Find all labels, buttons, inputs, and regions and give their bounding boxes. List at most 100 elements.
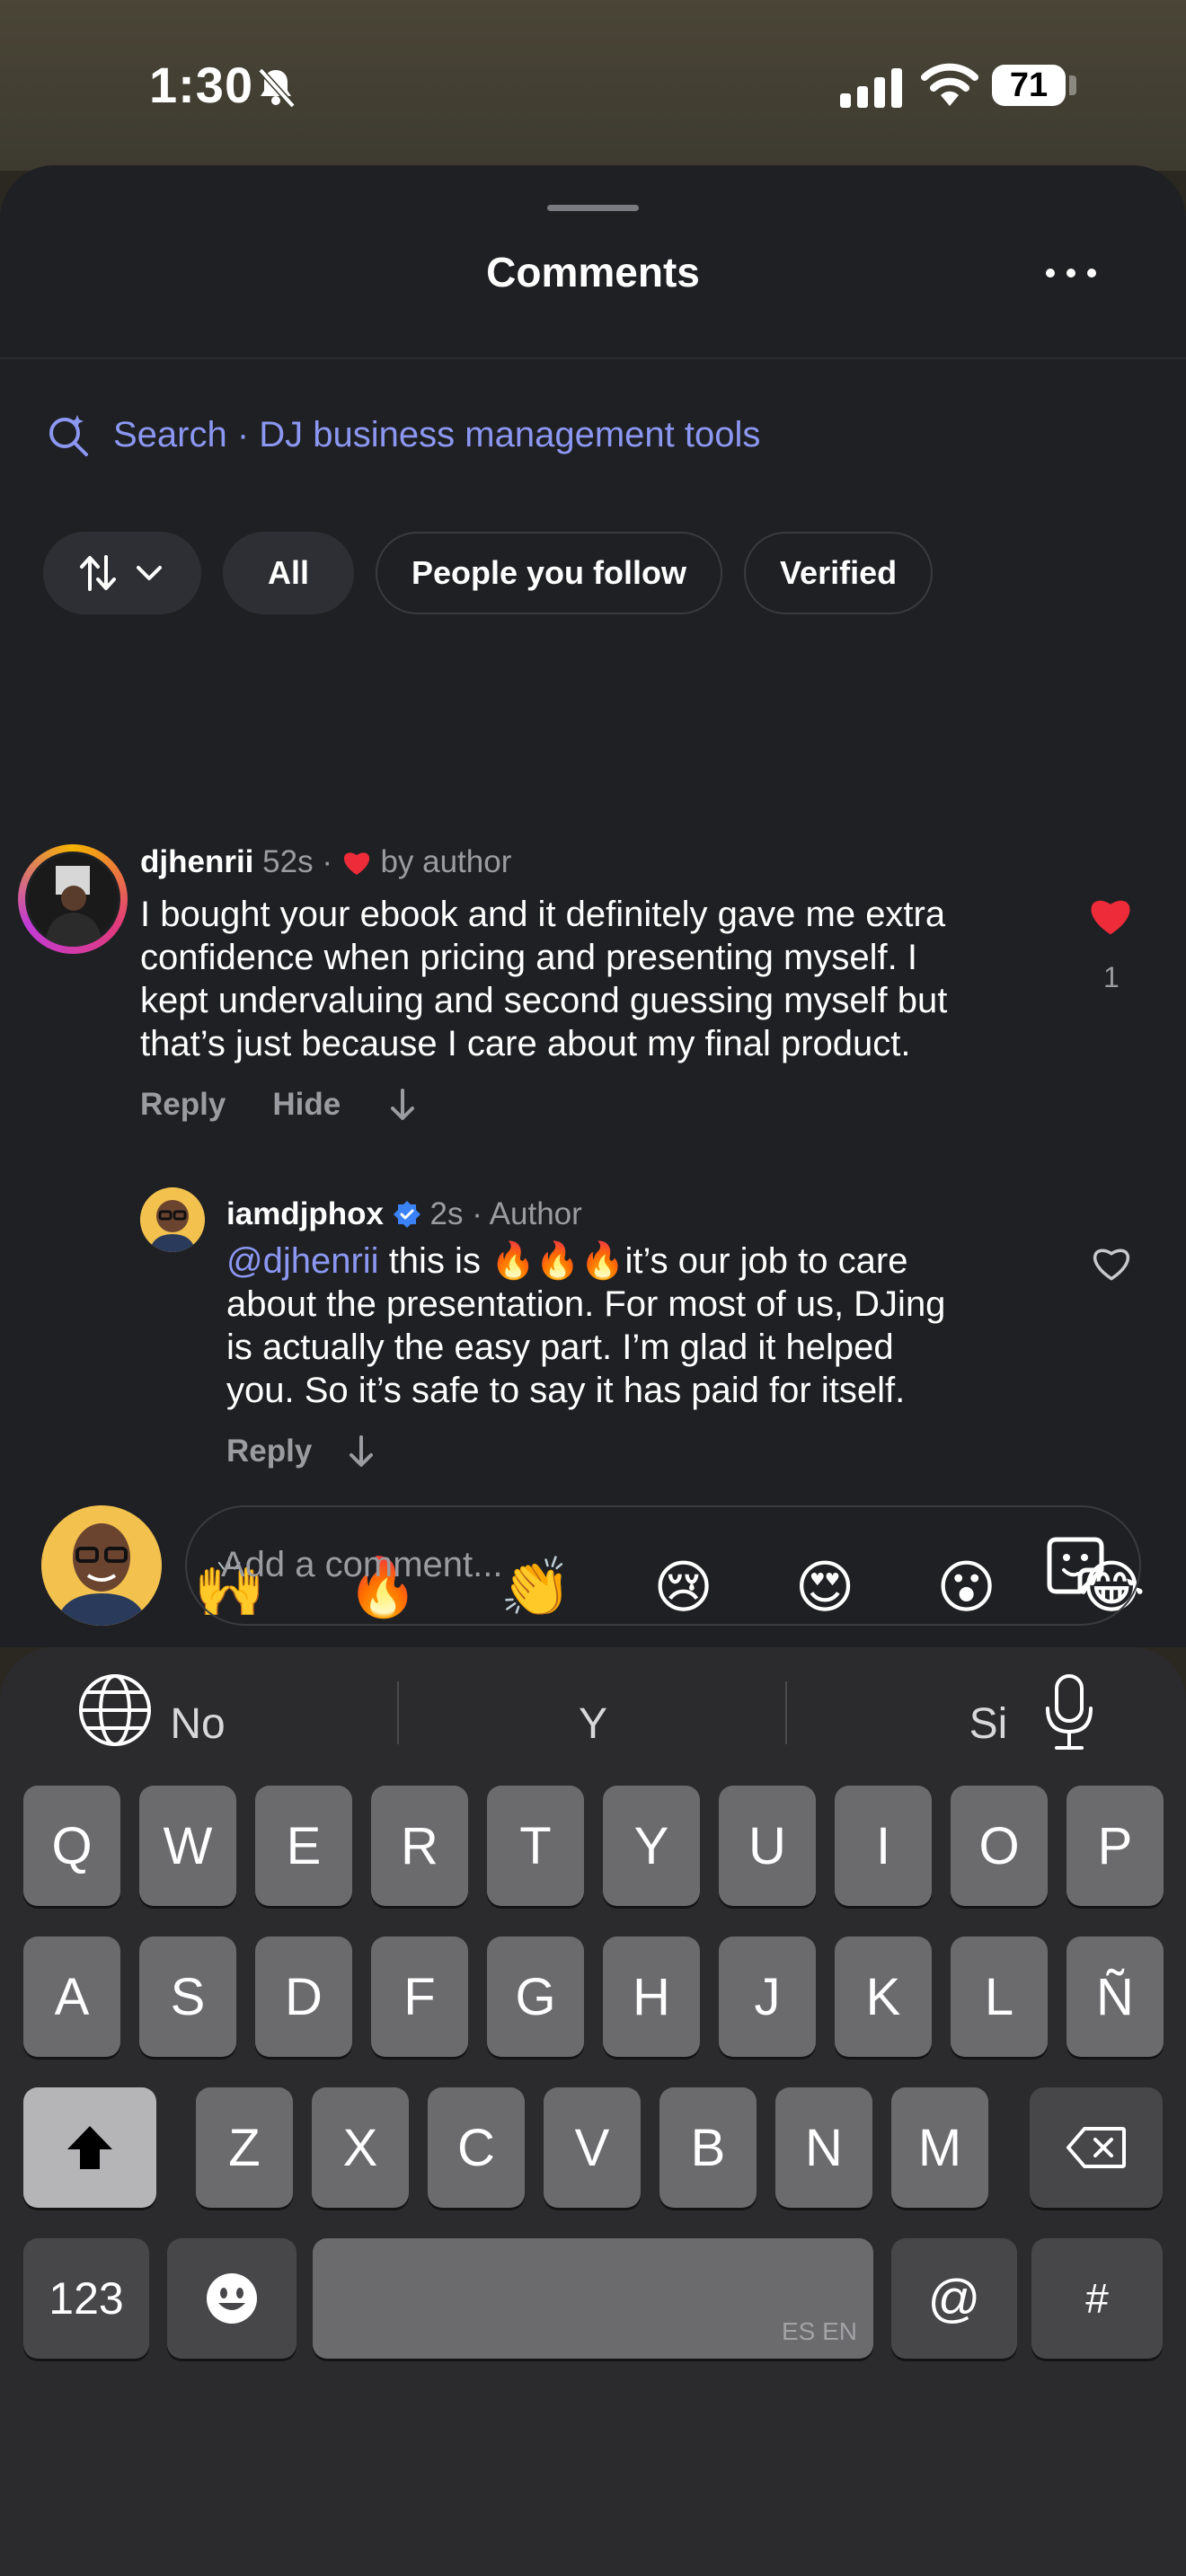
comment-composer: Add a comment...	[0, 1491, 1186, 1653]
key-d[interactable]: D	[255, 1936, 352, 2057]
status-bar: 1:30 71	[0, 0, 1186, 171]
search-suggestion-text: Search · DJ business management tools	[113, 414, 761, 454]
silent-bell-icon	[258, 67, 296, 109]
comments-sheet: Comments Search · DJ business management…	[0, 165, 1186, 1647]
key-s[interactable]: S	[139, 1936, 236, 2057]
comment-input[interactable]: Add a comment...	[185, 1505, 1141, 1626]
comment-username[interactable]: djhenrii	[140, 844, 253, 879]
comment-time: 52s	[262, 844, 314, 879]
key-v[interactable]: V	[544, 2087, 641, 2208]
key-y[interactable]: Y	[603, 1786, 700, 1906]
emoji-key[interactable]	[167, 2238, 296, 2359]
key-k[interactable]: K	[835, 1936, 932, 2057]
hash-key[interactable]: #	[1031, 2238, 1163, 2359]
key-n-tilde[interactable]: Ñ	[1067, 1936, 1164, 2057]
wifi-icon	[921, 63, 978, 106]
reply-actions: Reply	[226, 1434, 376, 1469]
sheet-title: Comments	[486, 249, 700, 296]
my-avatar	[41, 1505, 162, 1626]
more-options-button[interactable]	[1046, 264, 1096, 282]
suggestion-1[interactable]: No	[0, 1683, 395, 1764]
comment-item: djhenrii 52s · by author I bought your e…	[0, 668, 1186, 1122]
space-language-label: ES EN	[781, 2317, 857, 2345]
key-h[interactable]: H	[603, 1936, 700, 2057]
liked-by-author-label: by author	[380, 844, 512, 879]
backspace-icon	[1067, 2127, 1126, 2168]
verified-badge-icon	[393, 1201, 420, 1228]
sort-arrows-icon	[80, 555, 116, 591]
reply-text: @djhenrii this is 🔥🔥🔥it’s our job to car…	[226, 1239, 1035, 1412]
reply-item: iamdjphox 2s · Author @djhenrii this is …	[0, 1028, 1186, 1469]
predictive-bar: No Y Si	[0, 1683, 1186, 1764]
filter-chips: All People you follow Verified	[43, 532, 954, 614]
key-m[interactable]: M	[891, 2087, 988, 2208]
key-x[interactable]: X	[312, 2087, 409, 2208]
key-u[interactable]: U	[719, 1786, 816, 1906]
key-n[interactable]: N	[775, 2087, 872, 2208]
suggestion-3[interactable]: Si	[791, 1683, 1186, 1764]
microphone-icon[interactable]	[1042, 1672, 1096, 1753]
sparkle-search-icon	[49, 415, 88, 456]
space-bar[interactable]: ES EN	[313, 2238, 873, 2359]
comment-line: you. So it’s safe to say it has paid for…	[226, 1371, 906, 1410]
avatar-image	[25, 851, 120, 947]
mention-link[interactable]: @djhenrii	[226, 1241, 379, 1281]
numbers-key[interactable]: 123	[23, 2238, 149, 2359]
delete-key[interactable]	[1030, 2087, 1163, 2208]
avatar[interactable]	[140, 1187, 205, 1252]
chevron-down-icon	[137, 566, 162, 580]
like-button-outline[interactable]	[1089, 1243, 1134, 1283]
key-c[interactable]: C	[428, 2087, 525, 2208]
search-suggestion[interactable]: Search · DJ business management tools	[47, 413, 760, 456]
globe-icon[interactable]	[77, 1672, 153, 1748]
key-q[interactable]: Q	[23, 1786, 120, 1906]
key-o[interactable]: O	[951, 1786, 1048, 1906]
reply-button[interactable]: Reply	[226, 1434, 312, 1469]
author-tag: Author	[489, 1196, 582, 1231]
comment-line: this is 🔥🔥🔥it’s our job to care	[378, 1241, 908, 1281]
reply-header: iamdjphox 2s · Author	[226, 1196, 582, 1231]
divider	[0, 357, 1186, 359]
like-count: 1	[1103, 961, 1120, 993]
translate-down-arrow-icon[interactable]	[346, 1434, 376, 1469]
key-a[interactable]: A	[23, 1936, 120, 2057]
reply-first-line: @djhenrii this is 🔥🔥🔥it’s our job to car…	[226, 1239, 1035, 1283]
key-f[interactable]: F	[371, 1936, 468, 2057]
key-j[interactable]: J	[719, 1936, 816, 2057]
sticker-icon[interactable]	[1044, 1534, 1107, 1597]
key-e[interactable]: E	[255, 1786, 352, 1906]
status-time: 1:30	[149, 57, 254, 113]
reply-time: 2s	[429, 1196, 464, 1231]
heart-filled-icon	[343, 852, 369, 875]
key-w[interactable]: W	[139, 1786, 236, 1906]
key-t[interactable]: T	[487, 1786, 584, 1906]
sort-button[interactable]	[43, 532, 201, 614]
shift-icon	[67, 2126, 112, 2169]
divider	[785, 1681, 787, 1744]
key-i[interactable]: I	[835, 1786, 932, 1906]
battery-cap	[1069, 75, 1076, 95]
key-p[interactable]: P	[1067, 1786, 1164, 1906]
battery-indicator: 71	[992, 65, 1066, 106]
key-b[interactable]: B	[659, 2087, 757, 2208]
keyboard: No Y Si Q W E R T Y U I O P A S D F G H …	[0, 1647, 1186, 2576]
comment-line: confidence when pricing and presenting m…	[140, 938, 917, 977]
comment-line: is actually the easy part. I’m glad it h…	[226, 1328, 894, 1367]
filter-all[interactable]: All	[223, 532, 354, 614]
comment-line: kept undervaluing and second guessing my…	[140, 981, 948, 1020]
reply-username[interactable]: iamdjphox	[226, 1196, 384, 1231]
sheet-grabber[interactable]	[547, 205, 639, 211]
comment-line: about the presentation. For most of us, …	[226, 1284, 946, 1324]
key-r[interactable]: R	[371, 1786, 468, 1906]
divider	[397, 1681, 399, 1744]
key-z[interactable]: Z	[196, 2087, 293, 2208]
shift-key[interactable]	[23, 2087, 156, 2208]
like-button-filled[interactable]	[1087, 895, 1134, 936]
at-key[interactable]: @	[891, 2238, 1017, 2359]
comment-header: djhenrii 52s · by author	[140, 844, 512, 879]
filter-verified[interactable]: Verified	[744, 532, 934, 614]
suggestion-2[interactable]: Y	[395, 1683, 791, 1764]
key-l[interactable]: L	[951, 1936, 1048, 2057]
key-g[interactable]: G	[487, 1936, 584, 2057]
filter-people-you-follow[interactable]: People you follow	[376, 532, 723, 614]
